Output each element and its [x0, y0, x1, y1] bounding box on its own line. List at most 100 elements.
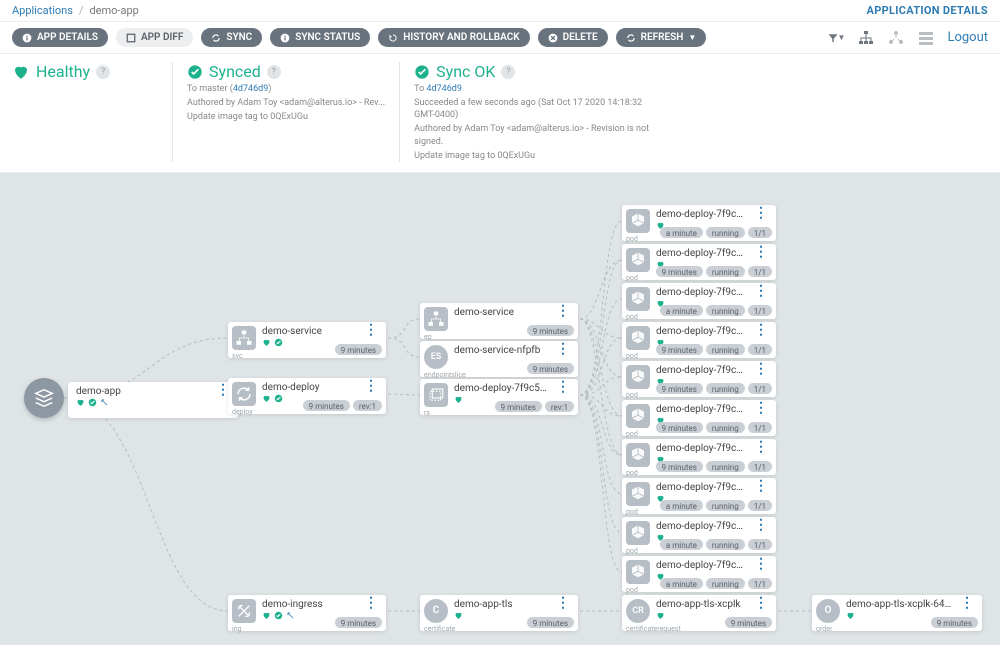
check-circle-icon: [187, 64, 203, 80]
node-menu-icon[interactable]: ⋮: [958, 599, 976, 607]
node-menu-icon[interactable]: ⋮: [752, 365, 770, 373]
node-menu-icon[interactable]: ⋮: [554, 345, 572, 353]
app-diff-button[interactable]: APP DIFF: [116, 28, 193, 47]
synced-author: Authored by Adam Toy <adam@alterus.io> -…: [187, 97, 385, 109]
certificaterequest-icon: CR: [626, 599, 650, 623]
node-menu-icon[interactable]: ⋮: [362, 326, 380, 334]
deployment-node[interactable]: demo-deploy ⋮ deploy 9 minutesrev:1: [228, 378, 386, 414]
endpoint-node[interactable]: demo-service ⋮ ep 9 minutes: [420, 303, 578, 339]
pod-node[interactable]: demo-deploy-7f9c5bdb85-d59h9⋮poda minute…: [622, 283, 776, 319]
heart-icon: [454, 611, 463, 620]
syncok-time: Succeeded a few seconds ago (Sat Oct 17 …: [414, 97, 664, 121]
node-menu-icon[interactable]: ⋮: [752, 560, 770, 568]
pod-node[interactable]: demo-deploy-7f9c5bdb85-qsnbf⋮poda minute…: [622, 478, 776, 514]
service-node[interactable]: demo-service ⋮ svc 9 minutes: [228, 322, 386, 358]
order-icon: O: [816, 599, 840, 623]
node-menu-icon[interactable]: ⋮: [752, 443, 770, 451]
refresh-icon: [626, 33, 636, 43]
help-icon[interactable]: ?: [267, 65, 281, 79]
history-rollback-button[interactable]: HISTORY AND ROLLBACK: [378, 28, 529, 47]
node-menu-icon[interactable]: ⋮: [362, 382, 380, 390]
application-details-link[interactable]: APPLICATION DETAILS: [867, 4, 989, 17]
pod-icon: [626, 560, 650, 584]
pod-icon: [626, 326, 650, 350]
pod-icon: [626, 521, 650, 545]
pod-node[interactable]: demo-deploy-7f9c5bdb85-62gg4⋮poda minute…: [622, 205, 776, 241]
node-menu-icon[interactable]: ⋮: [554, 307, 572, 315]
breadcrumb-applications[interactable]: Applications: [12, 4, 73, 17]
certificate-icon: C: [424, 599, 448, 623]
info-icon: [280, 33, 290, 43]
heart-icon: [846, 611, 855, 620]
heart-icon: [262, 338, 271, 347]
external-link-icon: [286, 611, 295, 620]
synced-revision: To master (4d746d9): [187, 83, 385, 95]
history-icon: [388, 33, 398, 43]
pod-node[interactable]: demo-deploy-7f9c5bdb85-q9n6d⋮pod9 minute…: [622, 400, 776, 436]
replicaset-node[interactable]: demo-deploy-7f9c5bdb85 ⋮ rs 9 minutesrev…: [420, 379, 578, 415]
heart-icon: [262, 611, 271, 620]
help-icon[interactable]: ?: [501, 65, 515, 79]
node-menu-icon[interactable]: ⋮: [752, 482, 770, 490]
pod-icon: [626, 287, 650, 311]
last-sync-title: Sync OK ?: [414, 62, 664, 81]
ingress-icon: [232, 599, 256, 623]
delete-icon: [548, 33, 558, 43]
endpointslice-node[interactable]: ES demo-service-nfpfb ⋮ endpointslice 9 …: [420, 341, 578, 377]
service-icon: [232, 326, 256, 350]
external-link-icon: [100, 398, 109, 407]
sync-button[interactable]: SYNC: [201, 28, 262, 47]
node-menu-icon[interactable]: ⋮: [554, 599, 572, 607]
network-view-icon[interactable]: [887, 29, 905, 47]
node-menu-icon[interactable]: ⋮: [362, 599, 380, 607]
certificate-node[interactable]: C demo-app-tls ⋮ certificate 9 minutes: [420, 595, 578, 631]
delete-button[interactable]: DELETE: [538, 28, 608, 47]
breadcrumb-current: demo-app: [89, 4, 138, 17]
filter-icon[interactable]: ▼: [827, 29, 845, 47]
pod-icon: [626, 248, 650, 272]
heart-icon: [76, 398, 85, 407]
list-view-icon[interactable]: [917, 29, 935, 47]
heart-icon: [262, 394, 271, 403]
node-menu-icon[interactable]: ⋮: [752, 521, 770, 529]
node-menu-icon[interactable]: ⋮: [752, 326, 770, 334]
pod-node[interactable]: demo-deploy-7f9c5bdb85-qn6p7⋮pod9 minute…: [622, 439, 776, 475]
app-details-button[interactable]: APP DETAILS: [12, 28, 108, 47]
endpoint-icon: [424, 307, 448, 331]
status-bar: Healthy ? Synced ? To master (4d746d9) A…: [0, 54, 1000, 173]
pod-node[interactable]: demo-deploy-7f9c5bdb85-bwxr2⋮pod9 minute…: [622, 244, 776, 280]
help-icon[interactable]: ?: [96, 65, 110, 79]
app-root-node[interactable]: demo-app ⋮: [68, 382, 238, 418]
check-circle-icon: [274, 394, 283, 403]
sync-status-button[interactable]: SYNC STATUS: [270, 28, 370, 47]
pod-node[interactable]: demo-deploy-7f9c5bdb85-h4jnm⋮pod9 minute…: [622, 322, 776, 358]
tree-view-icon[interactable]: [857, 29, 875, 47]
node-menu-icon[interactable]: ⋮: [752, 209, 770, 217]
pod-node[interactable]: demo-deploy-7f9c5bdb85-r884g⋮poda minute…: [622, 517, 776, 553]
pod-icon: [626, 209, 650, 233]
pod-icon: [626, 443, 650, 467]
node-menu-icon[interactable]: ⋮: [752, 248, 770, 256]
pod-node[interactable]: demo-deploy-7f9c5bdb85-pq6q6⋮pod9 minute…: [622, 361, 776, 397]
check-circle-icon: [88, 398, 97, 407]
pod-icon: [626, 365, 650, 389]
pod-node[interactable]: demo-deploy-7f9c5bdb85-snkrb⋮poda minute…: [622, 556, 776, 592]
toolbar: APP DETAILS APP DIFF SYNC SYNC STATUS HI…: [0, 21, 1000, 54]
node-menu-icon[interactable]: ⋮: [752, 599, 770, 607]
pod-icon: [626, 404, 650, 428]
node-menu-icon[interactable]: ⋮: [752, 287, 770, 295]
ingress-node[interactable]: demo-ingress ⋮ ing 9 minutes: [228, 595, 386, 631]
refresh-button[interactable]: REFRESH▼: [616, 28, 707, 47]
check-circle-icon: [274, 338, 283, 347]
logout-link[interactable]: Logout: [947, 30, 988, 45]
certificaterequest-node[interactable]: CR demo-app-tls-xcplk ⋮ certificatereque…: [622, 595, 776, 631]
info-icon: [22, 33, 32, 43]
deployment-icon: [232, 382, 256, 406]
order-node[interactable]: O demo-app-tls-xcplk-643496277 ⋮ order 9…: [812, 595, 982, 631]
sync-status-title: Synced ?: [187, 62, 385, 81]
resource-tree[interactable]: demo-app ⋮ demo-service ⋮ svc 9 minutes …: [0, 173, 1000, 645]
node-menu-icon[interactable]: ⋮: [554, 383, 572, 391]
heart-icon: [656, 611, 665, 620]
health-status: Healthy ?: [12, 62, 158, 81]
node-menu-icon[interactable]: ⋮: [752, 404, 770, 412]
